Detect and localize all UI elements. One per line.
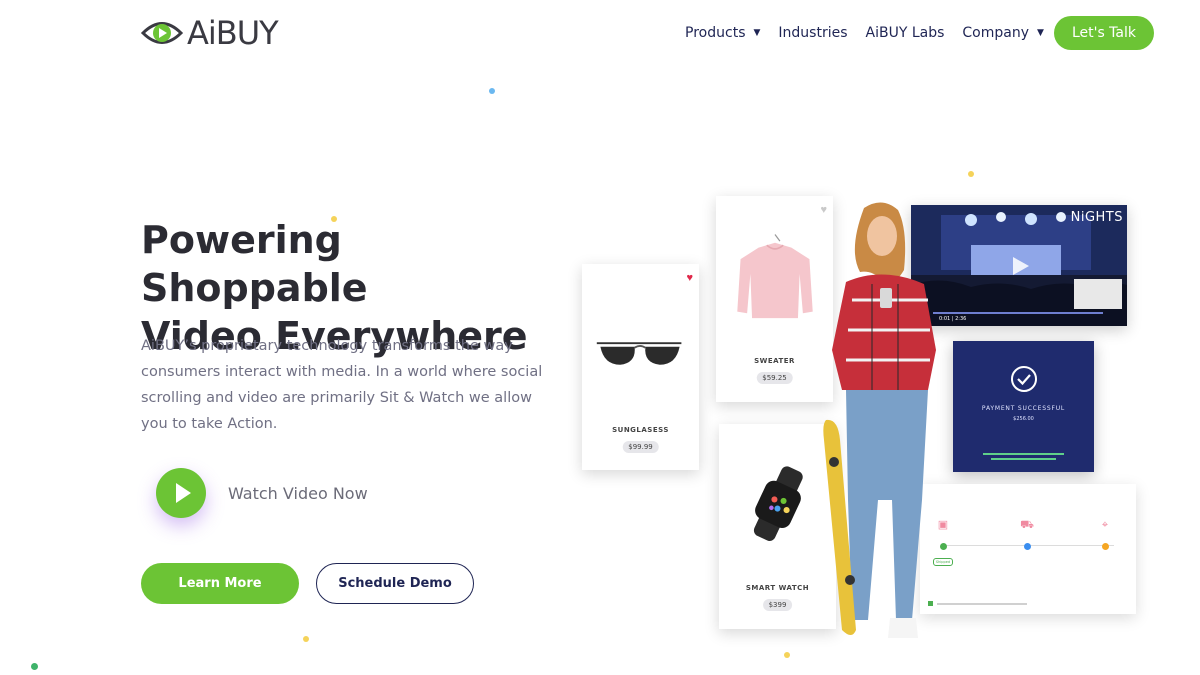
nav-item-label: Industries <box>778 25 848 41</box>
decor-dot <box>968 171 974 177</box>
tracking-step-destination: ⌖ <box>1075 520 1135 550</box>
tracking-step-in-transit: ⛟ <box>997 520 1057 550</box>
decor-dot <box>303 636 309 642</box>
caret-down-icon: ▼ <box>753 28 761 38</box>
tracking-note <box>928 601 1027 606</box>
lets-talk-button[interactable]: Let's Talk <box>1053 16 1154 50</box>
product-price: $59.25 <box>756 372 793 384</box>
sunglasses-image <box>596 342 682 365</box>
video-overlay-title: NiGHTS <box>1070 210 1123 225</box>
product-card-sunglasses[interactable]: ♥ SUNGLASESS $99.99 <box>582 264 699 470</box>
video-timestamp: 0:01 | 2:36 <box>939 316 967 322</box>
payment-success-card: PAYMENT SUCCESSFUL $256.00 <box>953 341 1094 472</box>
product-price: $399 <box>762 599 793 611</box>
nav-item-aibuy-labs[interactable]: AiBUY Labs <box>866 25 945 41</box>
decor-dot <box>31 663 38 670</box>
truck-icon: ⛟ <box>1020 519 1034 531</box>
schedule-demo-button[interactable]: Schedule Demo <box>316 563 474 604</box>
product-price: $99.99 <box>622 441 659 453</box>
nav-item-label: Products <box>685 25 746 41</box>
main-nav: Products ▼ Industries AiBUY Labs Company… <box>667 16 1154 50</box>
hero-title-line: Powering Shoppable <box>141 218 368 310</box>
smart-watch-image <box>753 466 803 541</box>
watch-video-label: Watch Video Now <box>228 483 368 503</box>
caret-down-icon: ▼ <box>1037 28 1044 38</box>
nav-item-company[interactable]: Company ▼ <box>962 25 1044 41</box>
heart-icon[interactable]: ♥ <box>686 273 693 284</box>
play-icon <box>175 483 191 503</box>
payment-title: PAYMENT SUCCESSFUL <box>981 405 1066 412</box>
decor-dot <box>489 88 495 94</box>
location-pin-icon: ⌖ <box>1101 519 1109 531</box>
brand-logo[interactable]: AiBUY <box>141 14 279 52</box>
sweater-image <box>737 234 813 319</box>
video-player-card[interactable]: NiGHTS 0:01 | 2:36 <box>911 205 1127 326</box>
hero-description: AiBUY’s proprietary technology transform… <box>141 338 543 432</box>
tracking-dot <box>1101 543 1109 550</box>
learn-more-button[interactable]: Learn More <box>141 563 299 604</box>
logo-eye-icon <box>141 22 183 44</box>
nav-item-products[interactable]: Products ▼ <box>685 25 760 41</box>
watch-video-link[interactable]: Watch Video Now <box>156 468 368 518</box>
play-button[interactable] <box>156 468 206 518</box>
nav-item-label: AiBUY Labs <box>865 25 945 41</box>
check-circle-icon <box>1011 366 1037 392</box>
nav-item-label: Company <box>962 25 1030 41</box>
tracking-dot <box>1023 543 1031 550</box>
order-tracking-card: ▣ Shipped ⛟ ⌖ <box>920 484 1136 614</box>
nav-item-industries[interactable]: Industries <box>778 25 847 41</box>
payment-detail-line <box>991 458 1056 460</box>
tracking-note-line <box>937 602 1027 605</box>
model-illustration <box>823 202 936 638</box>
decor-dot <box>784 652 790 658</box>
payment-detail-line <box>983 453 1064 455</box>
logo-text: AiBUY <box>187 14 279 52</box>
product-name: SUNGLASESS <box>612 426 669 434</box>
payment-amount: $256.00 <box>1013 416 1034 422</box>
